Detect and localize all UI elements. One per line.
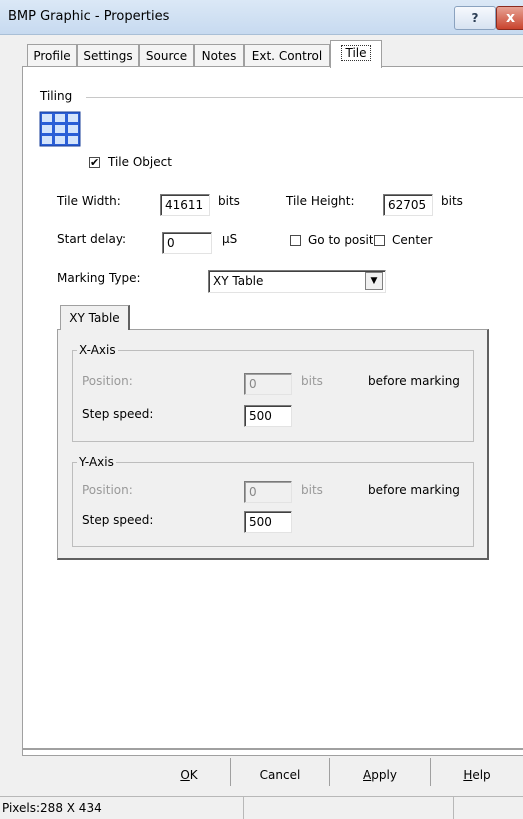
x-position-input[interactable]: 0 bbox=[244, 373, 292, 395]
go-to-position-checkbox[interactable] bbox=[290, 235, 301, 246]
y-position-unit: bits bbox=[301, 483, 323, 497]
apply-button[interactable]: Apply bbox=[330, 762, 430, 788]
tab-ext-control[interactable]: Ext. Control bbox=[244, 44, 330, 66]
x-step-speed-label: Step speed: bbox=[82, 407, 154, 421]
tile-object-label: Tile Object bbox=[108, 155, 172, 169]
x-position-label: Position: bbox=[82, 374, 133, 388]
start-delay-label: Start delay: bbox=[57, 232, 127, 246]
y-axis-group bbox=[72, 462, 474, 547]
marking-type-label: Marking Type: bbox=[57, 271, 141, 285]
ok-button[interactable]: OK bbox=[148, 762, 230, 788]
help-mnemonic: H bbox=[463, 768, 473, 782]
tile-width-label: Tile Width: bbox=[57, 194, 121, 208]
tiling-group-line bbox=[86, 97, 523, 98]
go-to-position-label: Go to position bbox=[308, 233, 373, 247]
tab-tile-label: Tile bbox=[341, 45, 371, 61]
tab-profile[interactable]: Profile bbox=[27, 44, 77, 66]
tiling-group-label: Tiling bbox=[40, 89, 77, 103]
title-bar[interactable]: BMP Graphic - Properties ? x bbox=[0, 0, 523, 35]
ok-mnemonic: O bbox=[180, 768, 190, 782]
apply-label: pply bbox=[371, 768, 397, 782]
status-bar: Pixels:288 X 434 bbox=[0, 796, 523, 819]
y-step-speed-input[interactable]: 500 bbox=[244, 511, 292, 533]
tile-width-unit: bits bbox=[218, 194, 240, 208]
y-step-speed-label: Step speed: bbox=[82, 513, 154, 527]
tile-object-checkbox[interactable]: ✔ bbox=[89, 157, 100, 168]
y-position-label: Position: bbox=[82, 483, 133, 497]
button-bar-separator bbox=[22, 748, 523, 750]
y-position-input[interactable]: 0 bbox=[244, 481, 292, 503]
status-cell bbox=[243, 797, 453, 819]
tab-tile[interactable]: Tile bbox=[330, 40, 382, 68]
marking-type-dropdown[interactable]: XY Table bbox=[208, 270, 386, 293]
tile-height-input[interactable]: 62705 bbox=[383, 194, 433, 216]
tab-xy-table[interactable]: XY Table bbox=[60, 305, 130, 330]
tab-settings[interactable]: Settings bbox=[77, 44, 139, 66]
start-delay-input[interactable]: 0 bbox=[162, 232, 212, 254]
help-label: elp bbox=[472, 768, 491, 782]
context-help-button[interactable]: ? bbox=[454, 6, 496, 30]
tab-notes[interactable]: Notes bbox=[194, 44, 244, 66]
tab-source[interactable]: Source bbox=[139, 44, 194, 66]
x-step-speed-input[interactable]: 500 bbox=[244, 405, 292, 427]
center-checkbox[interactable] bbox=[374, 235, 385, 246]
x-position-suffix: before marking bbox=[368, 374, 460, 388]
cancel-button[interactable]: Cancel bbox=[231, 762, 329, 788]
y-axis-title: Y-Axis bbox=[77, 455, 116, 469]
tile-height-label: Tile Height: bbox=[286, 194, 355, 208]
x-axis-title: X-Axis bbox=[77, 343, 118, 357]
y-position-suffix: before marking bbox=[368, 483, 460, 497]
tile-height-unit: bits bbox=[441, 194, 463, 208]
close-button[interactable]: x bbox=[496, 6, 523, 30]
marking-type-value: XY Table bbox=[213, 274, 264, 288]
x-axis-group bbox=[72, 350, 474, 442]
status-pixels: Pixels:288 X 434 bbox=[2, 801, 102, 815]
center-label: Center bbox=[392, 233, 433, 247]
chevron-down-icon[interactable]: ▼ bbox=[365, 272, 383, 290]
tile-grid-icon bbox=[39, 111, 81, 147]
status-cell bbox=[453, 797, 523, 819]
x-position-unit: bits bbox=[301, 374, 323, 388]
tile-width-input[interactable]: 41611 bbox=[160, 194, 210, 216]
ok-label: K bbox=[189, 768, 198, 782]
window-title: BMP Graphic - Properties bbox=[8, 9, 170, 24]
start-delay-unit: µS bbox=[222, 232, 238, 246]
help-button[interactable]: Help bbox=[431, 762, 523, 788]
